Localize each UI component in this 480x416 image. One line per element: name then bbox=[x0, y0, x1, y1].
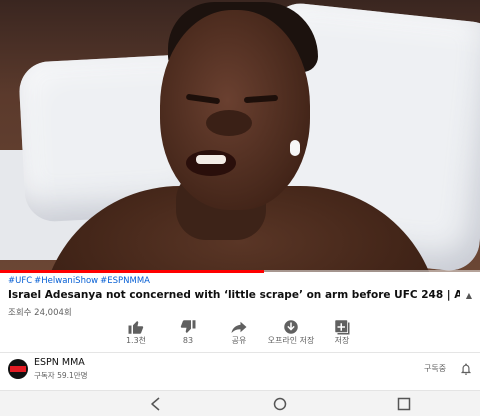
subscribe-status-button[interactable]: 구독중 bbox=[424, 363, 446, 374]
action-bar: 1.3천 83 공유 오프라인 저장 저장 bbox=[0, 318, 480, 352]
subscriber-count: 구독자 59.1만명 bbox=[34, 371, 88, 380]
save-label: 저장 bbox=[334, 336, 350, 345]
video-info: #UFC #HelwaniShow #ESPNMMA Israel Adesanya… bbox=[0, 275, 480, 318]
channel-name[interactable]: ESPN MMA bbox=[34, 357, 85, 368]
thumb-up-icon bbox=[128, 321, 144, 334]
channel-row[interactable]: ESPN MMA 구독자 59.1만명 구독중 bbox=[0, 353, 480, 389]
share-label: 공유 bbox=[231, 336, 247, 345]
view-count: 조회수 24,004회 bbox=[8, 308, 72, 318]
share-button[interactable]: 공유 bbox=[209, 318, 269, 352]
video-progress-bar[interactable] bbox=[0, 270, 480, 273]
person-nose bbox=[206, 110, 252, 136]
espn-logo-icon bbox=[10, 366, 26, 372]
person-teeth bbox=[196, 155, 226, 164]
like-count: 1.3천 bbox=[125, 336, 147, 345]
like-button[interactable]: 1.3천 bbox=[106, 318, 166, 352]
home-icon[interactable] bbox=[272, 396, 288, 412]
thumb-down-icon bbox=[180, 320, 196, 333]
save-to-playlist-button[interactable]: 저장 bbox=[312, 318, 372, 352]
system-nav-bar bbox=[0, 390, 480, 416]
video-title[interactable]: Israel Adesanya not concerned with ‘litt… bbox=[8, 289, 460, 302]
hashtag-link[interactable]: #HelwaniShow bbox=[34, 276, 98, 286]
channel-avatar[interactable] bbox=[8, 359, 28, 379]
share-icon bbox=[231, 321, 247, 333]
recent-apps-icon[interactable] bbox=[396, 396, 412, 412]
download-icon bbox=[284, 320, 298, 334]
expand-description-icon[interactable]: ▲ bbox=[460, 291, 472, 300]
hashtag-link[interactable]: #UFC bbox=[8, 276, 32, 286]
bell-icon[interactable] bbox=[459, 361, 473, 377]
earbud bbox=[290, 140, 300, 156]
hashtag-link[interactable]: #ESPNMMA bbox=[100, 276, 150, 286]
back-icon[interactable] bbox=[148, 396, 164, 412]
save-playlist-icon bbox=[335, 320, 350, 335]
title-row[interactable]: Israel Adesanya not concerned with ‘litt… bbox=[0, 287, 480, 302]
video-progress-fill bbox=[0, 270, 264, 273]
hashtag-row: #UFC #HelwaniShow #ESPNMMA bbox=[0, 275, 480, 287]
video-player[interactable] bbox=[0, 0, 480, 272]
